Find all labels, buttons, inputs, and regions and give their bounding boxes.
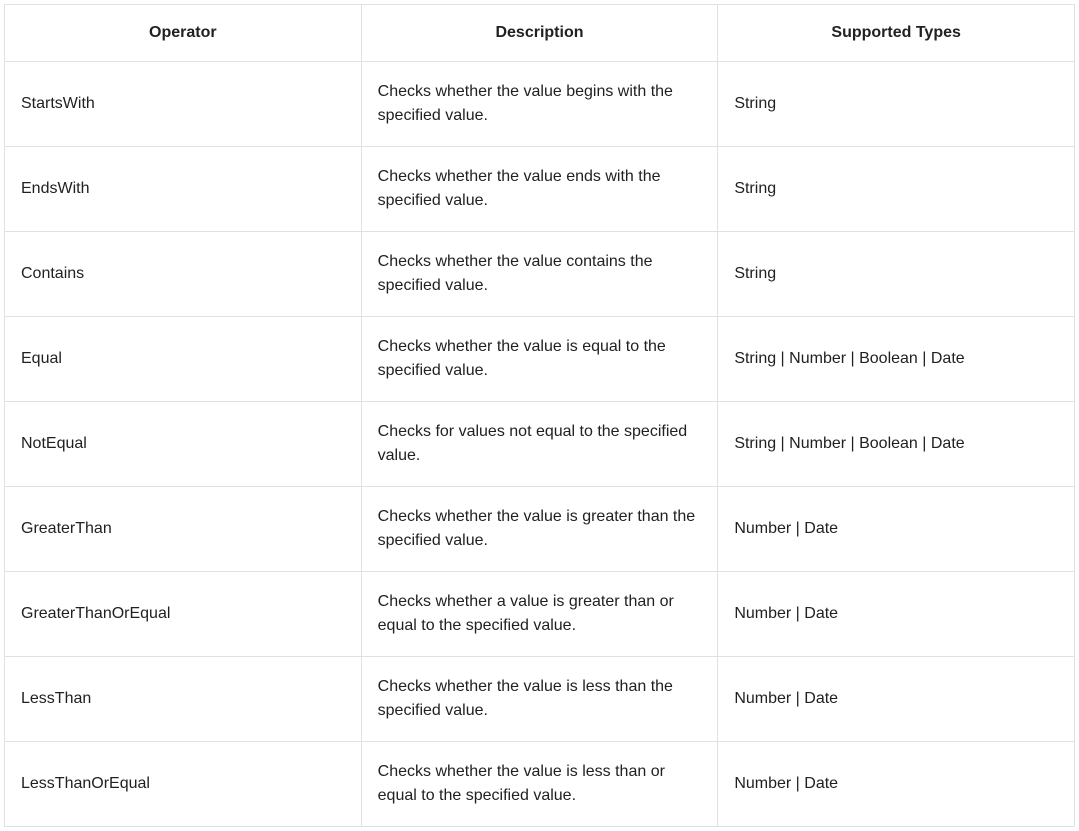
cell-supported-types: Number | Date (718, 572, 1075, 657)
table-header: Operator Description Supported Types (5, 5, 1075, 62)
table-row: LessThan Checks whether the value is les… (5, 657, 1075, 742)
cell-description: Checks for values not equal to the speci… (361, 402, 718, 487)
cell-description: Checks whether the value ends with the s… (361, 147, 718, 232)
cell-supported-types: String | Number | Boolean | Date (718, 317, 1075, 402)
cell-description: Checks whether the value is equal to the… (361, 317, 718, 402)
cell-supported-types: Number | Date (718, 487, 1075, 572)
cell-operator: NotEqual (5, 402, 362, 487)
table-row: GreaterThan Checks whether the value is … (5, 487, 1075, 572)
cell-operator: LessThanOrEqual (5, 742, 362, 827)
cell-description: Checks whether the value is less than or… (361, 742, 718, 827)
cell-operator: EndsWith (5, 147, 362, 232)
table-row: Equal Checks whether the value is equal … (5, 317, 1075, 402)
table-row: NotEqual Checks for values not equal to … (5, 402, 1075, 487)
table-row: StartsWith Checks whether the value begi… (5, 62, 1075, 147)
cell-description: Checks whether the value begins with the… (361, 62, 718, 147)
cell-supported-types: Number | Date (718, 657, 1075, 742)
table-row: GreaterThanOrEqual Checks whether a valu… (5, 572, 1075, 657)
header-description: Description (361, 5, 718, 62)
cell-supported-types: String (718, 147, 1075, 232)
operators-table: Operator Description Supported Types Sta… (4, 4, 1075, 827)
cell-operator: GreaterThanOrEqual (5, 572, 362, 657)
header-operator: Operator (5, 5, 362, 62)
cell-operator: StartsWith (5, 62, 362, 147)
cell-operator: GreaterThan (5, 487, 362, 572)
table-row: LessThanOrEqual Checks whether the value… (5, 742, 1075, 827)
cell-supported-types: Number | Date (718, 742, 1075, 827)
cell-description: Checks whether the value is less than th… (361, 657, 718, 742)
table-row: EndsWith Checks whether the value ends w… (5, 147, 1075, 232)
cell-operator: Contains (5, 232, 362, 317)
table-row: Contains Checks whether the value contai… (5, 232, 1075, 317)
cell-supported-types: String (718, 62, 1075, 147)
header-supported-types: Supported Types (718, 5, 1075, 62)
cell-operator: LessThan (5, 657, 362, 742)
cell-description: Checks whether a value is greater than o… (361, 572, 718, 657)
cell-description: Checks whether the value is greater than… (361, 487, 718, 572)
cell-operator: Equal (5, 317, 362, 402)
cell-supported-types: String (718, 232, 1075, 317)
cell-supported-types: String | Number | Boolean | Date (718, 402, 1075, 487)
cell-description: Checks whether the value contains the sp… (361, 232, 718, 317)
